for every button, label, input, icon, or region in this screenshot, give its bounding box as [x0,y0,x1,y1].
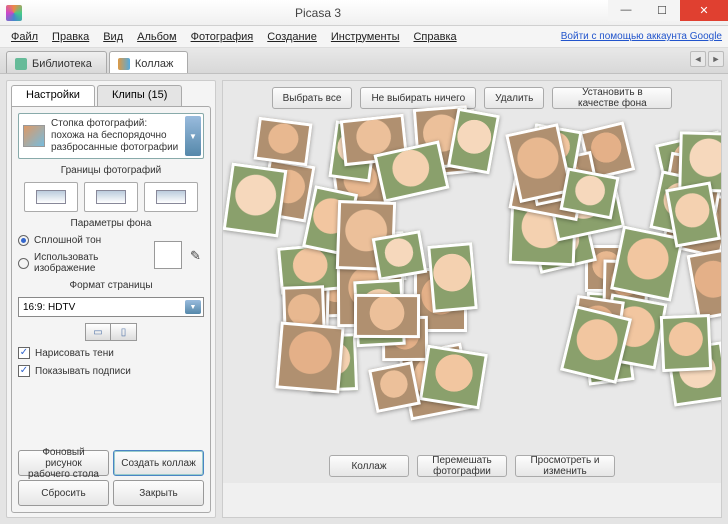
check-captions-row: ✓ Показывать подписи [18,365,204,377]
app-icon [6,5,22,21]
collage-photo[interactable] [368,361,421,413]
status-area [223,483,721,517]
tab-library[interactable]: Библиотека [6,51,107,73]
border-option-1[interactable] [24,182,78,212]
check-shadows-row: ✓ Нарисовать тени [18,347,204,359]
tab-collage[interactable]: Коллаж [109,51,189,73]
maximize-button[interactable]: ☐ [644,0,680,21]
close-panel-button[interactable]: Закрыть [113,480,204,506]
menu-photo[interactable]: Фотография [184,29,261,45]
chevron-down-icon[interactable]: ▼ [185,116,201,156]
side-tab-settings[interactable]: Настройки [11,85,95,107]
border-options [18,182,204,212]
tab-label: Библиотека [32,58,92,70]
collage-photo[interactable] [686,248,722,321]
radio-image[interactable] [18,258,29,269]
tab-label: Коллаж [135,58,174,70]
layout-style-text: Стопка фотографий: похожа на беспорядочн… [51,118,183,154]
collage-photo[interactable] [372,230,427,281]
workspace: Настройки Клипы (15) Стопка фотографий: … [0,74,728,524]
radio-solid-label: Сплошной тон [34,235,146,246]
radio-image-label: Использовать изображение [34,252,146,274]
eyedropper-icon[interactable]: ✎ [190,248,204,262]
collage-icon [118,58,130,70]
collage-photo[interactable] [419,345,488,409]
orientation-row: ▭ ▯ [18,323,204,341]
collage-photo[interactable] [427,242,477,312]
bg-solid-row: Сплошной тон Использовать изображение ✎ [18,235,204,274]
side-body: Стопка фотографий: похожа на беспорядочн… [11,106,211,513]
format-value: 16:9: HDTV [23,302,75,313]
shuffle-button[interactable]: Перемешать фотографии [417,455,507,477]
menu-help[interactable]: Справка [406,29,463,45]
menu-album[interactable]: Альбом [130,29,183,45]
canvas: Выбрать все Не выбирать ничего Удалить У… [222,80,722,518]
reset-button[interactable]: Сбросить [18,480,109,506]
collage-photo[interactable] [223,162,288,237]
set-bg-button[interactable]: Установить в качестве фона [552,87,672,109]
border-option-3[interactable] [144,182,198,212]
border-option-2[interactable] [84,182,138,212]
menu-view[interactable]: Вид [96,29,130,45]
layout-style-select[interactable]: Стопка фотографий: похожа на беспорядочн… [18,113,204,159]
bottom-actions: Коллаж Перемешать фотографии Просмотреть… [223,449,721,483]
section-background-title: Параметры фона [18,218,204,229]
collage-button[interactable]: Коллаж [329,455,409,477]
tab-scroll-right[interactable]: ► [708,51,724,67]
preview-button[interactable]: Просмотреть и изменить [515,455,615,477]
menu-create[interactable]: Создание [260,29,324,45]
collage-photo[interactable] [275,321,345,393]
side-tab-clips[interactable]: Клипы (15) [97,85,182,107]
orientation-landscape[interactable]: ▭ [85,323,111,341]
orientation-portrait[interactable]: ▯ [111,323,137,341]
collage-area[interactable] [233,115,711,449]
close-button[interactable]: ✕ [680,0,728,21]
collage-photo[interactable] [447,108,500,174]
create-collage-button[interactable]: Создать коллаж [113,450,204,476]
collage-photo[interactable] [354,294,420,338]
delete-button[interactable]: Удалить [484,87,544,109]
window-title: Picasa 3 [28,6,608,20]
check-shadows-label: Нарисовать тени [35,348,114,359]
select-all-button[interactable]: Выбрать все [272,87,353,109]
tabbar: Библиотека Коллаж ◄ ► [0,48,728,74]
signin-link[interactable]: Войти с помощью аккаунта Google [561,31,722,42]
window-controls: — ☐ ✕ [608,0,728,25]
wallpaper-button[interactable]: Фоновый рисунок рабочего стола [18,450,109,476]
collage-photo[interactable] [660,314,713,372]
menu-tools[interactable]: Инструменты [324,29,407,45]
section-borders-title: Границы фотографий [18,165,204,176]
side-buttons: Фоновый рисунок рабочего стола Создать к… [18,450,204,506]
minimize-button[interactable]: — [608,0,644,21]
check-captions-label: Показывать подписи [35,366,131,377]
sidebar: Настройки Клипы (15) Стопка фотографий: … [6,80,216,518]
titlebar: Picasa 3 — ☐ ✕ [0,0,728,26]
bg-color-swatch[interactable] [154,241,182,269]
section-format-title: Формат страницы [18,280,204,291]
format-select[interactable]: 16:9: HDTV [18,297,204,317]
menu-file[interactable]: Файл [4,29,45,45]
check-captions[interactable]: ✓ [18,365,30,377]
tab-scroll-left[interactable]: ◄ [690,51,706,67]
menu-edit[interactable]: Правка [45,29,96,45]
side-tabs: Настройки Клипы (15) [11,85,211,107]
check-shadows[interactable]: ✓ [18,347,30,359]
radio-solid[interactable] [18,235,29,246]
layout-thumb-icon [23,125,45,147]
library-icon [15,58,27,70]
tab-scroll: ◄ ► [690,51,724,67]
collage-photo[interactable] [254,116,313,166]
menubar: Файл Правка Вид Альбом Фотография Создан… [0,26,728,48]
